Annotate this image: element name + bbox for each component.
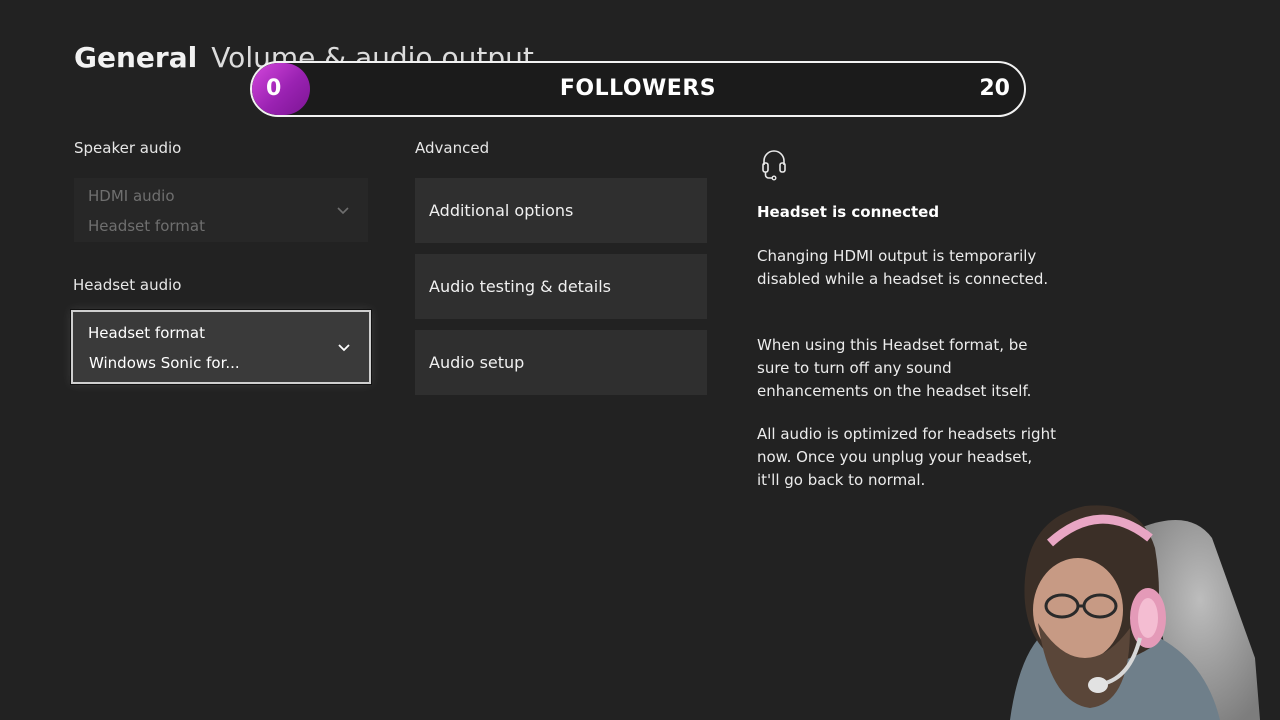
info-paragraph-optimized: All audio is optimized for headsets righ…: [757, 425, 1056, 489]
followers-min-value: 0: [266, 76, 282, 101]
speaker-audio-output-value: HDMI audio: [88, 187, 175, 205]
speaker-audio-dropdown: HDMI audio Headset format: [74, 178, 368, 242]
audio-testing-details-button[interactable]: Audio testing & details: [415, 254, 707, 319]
speaker-audio-format-value: Headset format: [88, 217, 205, 235]
additional-options-button[interactable]: Additional options: [415, 178, 707, 243]
advanced-label: Advanced: [415, 139, 490, 157]
audio-setup-button[interactable]: Audio setup: [415, 330, 707, 395]
followers-goal-value: 20: [979, 76, 1010, 101]
speaker-audio-label: Speaker audio: [74, 139, 182, 157]
info-paragraph-hdmi: Changing HDMI output is temporarily disa…: [757, 247, 1049, 288]
chevron-down-icon: [338, 344, 350, 352]
chevron-down-icon: [337, 207, 349, 215]
headset-audio-format-value: Windows Sonic for...: [89, 354, 240, 372]
headset-audio-format-label: Headset format: [88, 324, 205, 342]
followers-goal-bar: FOLLOWERS 0 20: [250, 61, 1026, 117]
followers-label: FOLLOWERS: [559, 76, 717, 101]
webcam-overlay: [1010, 505, 1260, 720]
breadcrumb-general[interactable]: General: [74, 41, 197, 74]
headset-connected-heading: Headset is connected: [757, 203, 940, 221]
headset-icon: [762, 150, 786, 181]
headset-audio-dropdown[interactable]: Headset format Windows Sonic for...: [71, 310, 371, 384]
info-paragraph-format: When using this Headset format, be sure …: [757, 336, 1032, 400]
headset-audio-label: Headset audio: [73, 276, 182, 294]
